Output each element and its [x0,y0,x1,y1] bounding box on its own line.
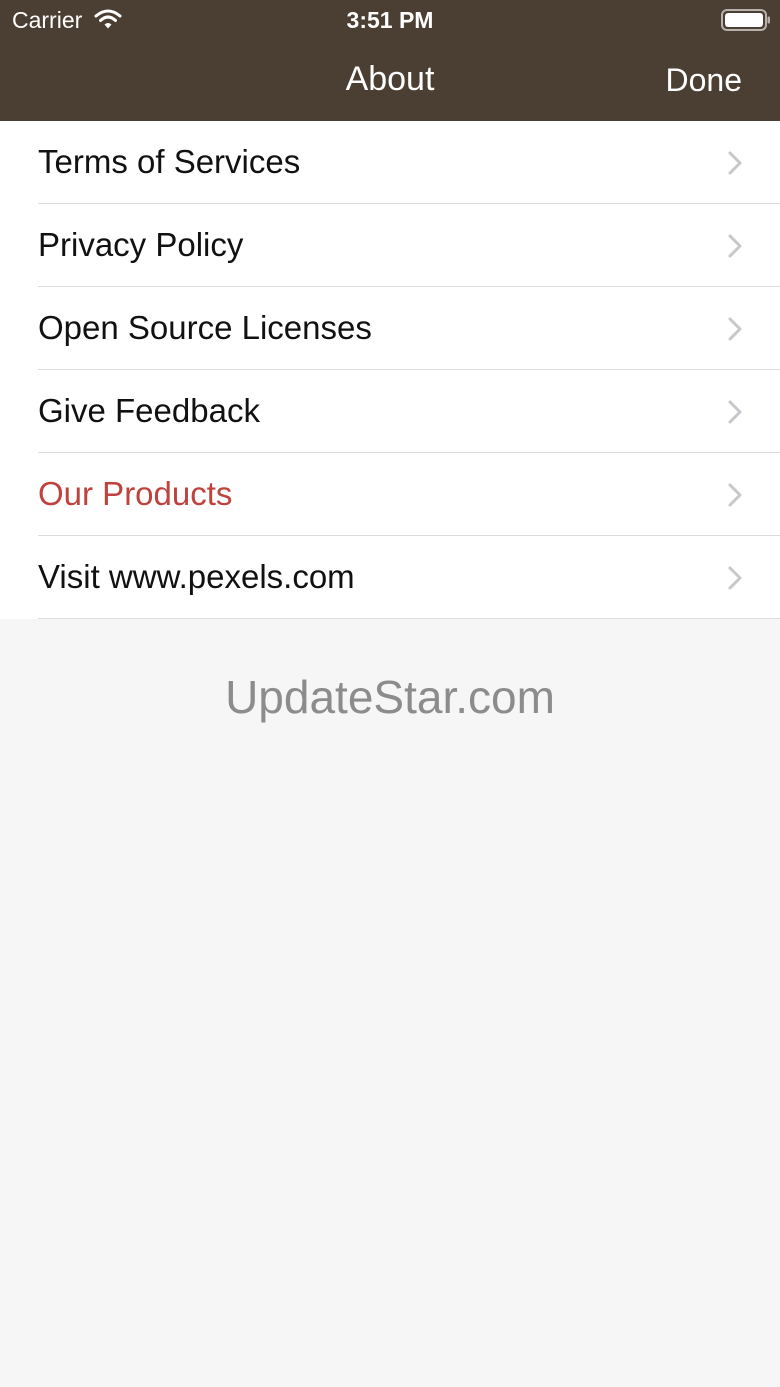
chevron-right-icon [728,317,742,341]
settings-list: Terms of Services Privacy Policy Open So… [0,121,780,619]
list-item-label: Visit www.pexels.com [38,558,355,595]
list-item-privacy[interactable]: Privacy Policy [0,204,780,287]
watermark-text: UpdateStar.com [225,671,555,723]
list-item-label: Our Products [38,475,233,512]
list-item-our-products[interactable]: Our Products [0,453,780,536]
list-item-visit-website[interactable]: Visit www.pexels.com [0,536,780,619]
list-item-licenses[interactable]: Open Source Licenses [0,287,780,370]
chevron-right-icon [728,151,742,175]
chevron-right-icon [728,483,742,507]
list-item-feedback[interactable]: Give Feedback [0,370,780,453]
battery-icon [721,9,770,31]
list-item-label: Open Source Licenses [38,309,372,346]
list-item-label: Terms of Services [38,143,301,180]
list-item-label: Privacy Policy [38,226,244,263]
page-title: About [345,60,435,98]
chevron-right-icon [728,400,742,424]
done-button[interactable]: Done [666,59,743,101]
list-item-terms[interactable]: Terms of Services [0,121,780,204]
navigation-header: Carrier 3:51 PM About Done [0,0,780,121]
list-item-label: Give Feedback [38,392,260,429]
status-time: 3:51 PM [346,7,434,33]
chevron-right-icon [728,234,742,258]
row-divider [38,618,780,619]
status-bar: Carrier 3:51 PM [0,0,780,40]
chevron-right-icon [728,566,742,590]
